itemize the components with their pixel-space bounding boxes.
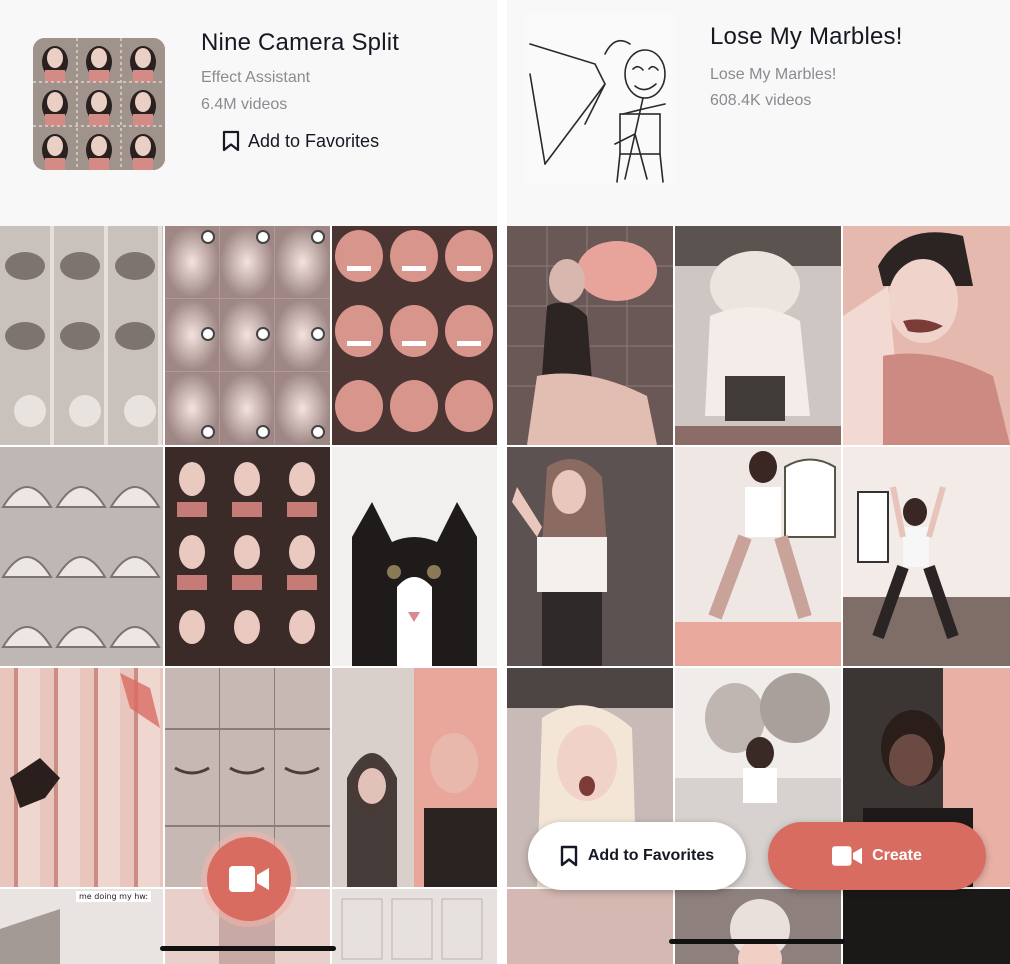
video-still: [165, 226, 330, 445]
video-still: [332, 226, 497, 445]
add-to-favorites-button[interactable]: Add to Favorites: [222, 130, 379, 152]
effect-thumbnail[interactable]: [525, 14, 675, 184]
video-thumbnail[interactable]: [332, 889, 497, 964]
create-label: Create: [872, 847, 922, 864]
home-indicator: [669, 939, 845, 944]
effect-subtitle: Effect Assistant: [201, 69, 311, 86]
effect-panel-lose-my-marbles: Lose My Marbles! Lose My Marbles! 608.4K…: [507, 0, 1010, 964]
video-still: [177, 462, 317, 644]
add-to-favorites-button[interactable]: Add to Favorites: [528, 822, 746, 890]
video-thumbnail[interactable]: [332, 226, 497, 445]
video-thumbnail[interactable]: [0, 668, 163, 887]
video-thumbnail[interactable]: [843, 226, 1010, 445]
video-still: [512, 459, 607, 666]
video-still: [675, 226, 841, 445]
video-still: [730, 899, 790, 964]
video-thumbnail[interactable]: [675, 447, 841, 666]
video-still: [0, 909, 60, 964]
video-thumbnail[interactable]: [675, 226, 841, 445]
create-button[interactable]: Create: [768, 822, 986, 890]
video-thumbnail[interactable]: [507, 226, 673, 445]
video-still: [352, 502, 477, 666]
video-still: [507, 226, 673, 445]
favorites-label: Add to Favorites: [248, 130, 380, 151]
video-thumbnail[interactable]: [507, 447, 673, 666]
video-count: 608.4K videos: [710, 92, 812, 109]
video-still: [843, 232, 1010, 445]
bookmark-icon: [222, 130, 240, 152]
video-still: [675, 447, 841, 622]
video-thumbnail[interactable]: [0, 226, 163, 445]
video-thumbnail[interactable]: [332, 447, 497, 666]
favorites-label: Add to Favorites: [587, 847, 715, 864]
video-thumbnail[interactable]: [675, 889, 841, 964]
video-still: [332, 668, 497, 887]
video-camera-icon: [229, 866, 269, 892]
video-still: [341, 898, 483, 960]
video-camera-icon: [832, 846, 863, 866]
effect-subtitle: Lose My Marbles!: [710, 66, 837, 83]
video-thumbnail[interactable]: [0, 447, 163, 666]
effect-title: Nine Camera Split: [201, 29, 400, 56]
effect-header: Lose My Marbles! Lose My Marbles! 608.4K…: [507, 0, 1010, 226]
video-thumbnail[interactable]: [843, 447, 1010, 666]
home-indicator: [160, 946, 336, 951]
video-thumbnail[interactable]: [165, 447, 330, 666]
video-still: [10, 673, 160, 808]
video-still: [1, 486, 161, 648]
video-still: [5, 252, 156, 427]
video-still: [843, 447, 1010, 640]
video-thumbnail[interactable]: [332, 668, 497, 887]
effect-thumbnail[interactable]: [33, 38, 165, 170]
effect-header: Nine Camera Split Effect Assistant 6.4M …: [0, 0, 497, 226]
video-thumbnail[interactable]: [507, 889, 673, 964]
video-thumbnail[interactable]: [843, 889, 1010, 964]
meme-sketch-image: [529, 39, 666, 183]
effect-panel-nine-camera-split: Nine Camera Split Effect Assistant 6.4M …: [0, 0, 497, 964]
record-button-inner: [207, 837, 291, 921]
record-button[interactable]: [201, 831, 297, 927]
video-thumbnail[interactable]: [165, 226, 330, 445]
video-thumbnail[interactable]: me doing my hw:: [0, 889, 163, 964]
nine-face-grid-image: [33, 38, 165, 170]
effect-title: Lose My Marbles!: [710, 23, 903, 50]
video-count: 6.4M videos: [201, 96, 288, 113]
bookmark-icon: [560, 845, 578, 867]
